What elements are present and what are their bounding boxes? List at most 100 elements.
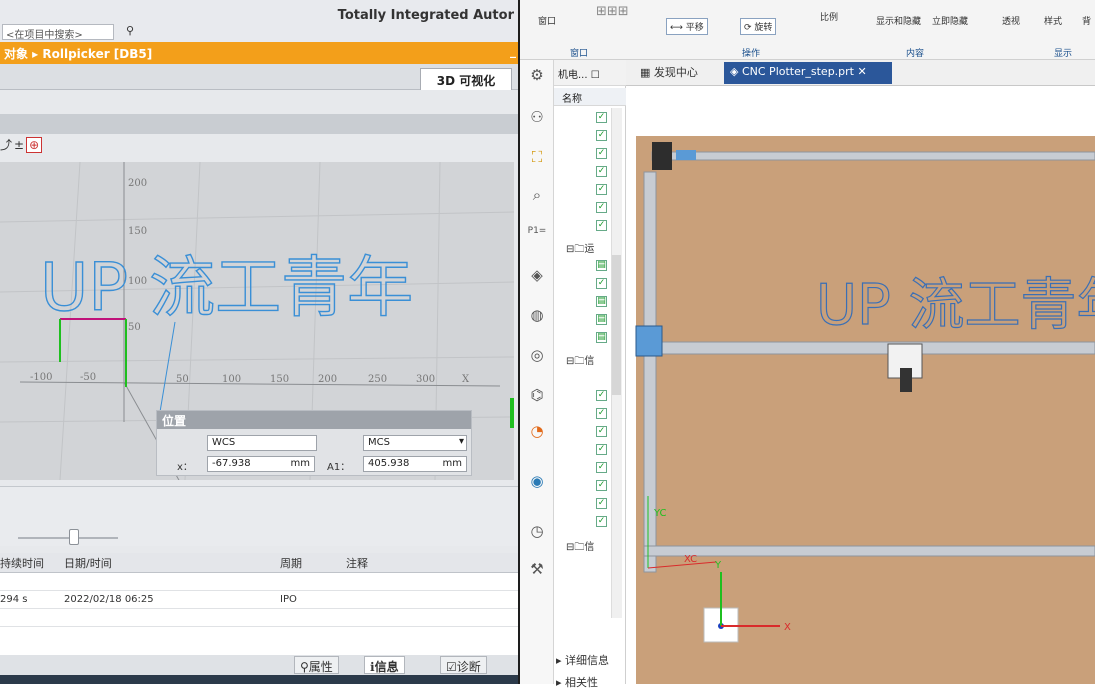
graphics-window[interactable]: UP 流工青年 YC XC Y X <box>626 86 1095 684</box>
coord-system-right-select[interactable]: MCS ▾ <box>363 435 467 451</box>
checkbox[interactable]: ✓ <box>596 408 607 419</box>
checkbox[interactable]: ▤ <box>596 260 607 271</box>
binoculars-icon[interactable]: ⚲ <box>122 24 138 40</box>
col-cycle[interactable]: 周期 <box>280 555 302 571</box>
tab-discovery-center[interactable]: ▦ 发现中心 <box>640 64 698 80</box>
inspector-tabs: ⚲属性 ℹ信息 ☑诊断 <box>0 655 518 675</box>
tab-diagnostics-label: 诊断 <box>456 660 481 674</box>
search-icon[interactable]: ⌕ <box>526 186 548 208</box>
checkbox[interactable]: ✓ <box>596 148 607 159</box>
rotate-icon[interactable]: ⊕ <box>26 137 43 153</box>
checkbox[interactable]: ✓ <box>596 444 607 455</box>
navigator-header: 机电... ☐ <box>554 60 626 86</box>
dependencies-panel-toggle[interactable]: ▸ 相关性 <box>556 674 626 690</box>
checkbox[interactable]: ✓ <box>596 462 607 473</box>
checkbox[interactable]: ▤ <box>596 314 607 325</box>
group-operation: 操作 <box>742 49 761 59</box>
tab-3d-visualization[interactable]: 3D 可视化 <box>420 68 512 90</box>
shape-icon[interactable]: ◍ <box>526 306 548 328</box>
checkbox[interactable]: ✓ <box>596 220 607 231</box>
view-tools: ⤴ ± ⊕ <box>0 136 60 154</box>
show-hide-button[interactable]: 显示和隐藏 <box>876 14 921 27</box>
cell-duration: 294 s <box>0 594 28 605</box>
rotate-button[interactable]: ⟳ 旋转 <box>740 18 777 35</box>
editor-band <box>0 114 518 134</box>
col-duration[interactable]: 持续时间 <box>0 555 44 571</box>
pointer-line <box>159 321 176 413</box>
maximize-icon[interactable]: ☐ <box>591 70 600 81</box>
checkbox[interactable]: ✓ <box>596 390 607 401</box>
checkbox[interactable]: ✓ <box>596 202 607 213</box>
col-datetime[interactable]: 日期/时间 <box>64 555 112 571</box>
tab-info[interactable]: ℹ信息 <box>364 656 405 674</box>
checkbox[interactable]: ✓ <box>596 166 607 177</box>
clock-icon[interactable]: ◷ <box>526 522 548 544</box>
gear-icon[interactable]: ⚙ <box>526 66 548 88</box>
pie-icon[interactable]: ◔ <box>526 422 548 444</box>
details-panel-toggle[interactable]: ▸ 详细信息 <box>556 652 626 668</box>
scale-button[interactable]: 比例 <box>820 10 838 23</box>
style-button[interactable]: 样式 <box>1044 14 1062 27</box>
checkbox[interactable]: ▤ <box>596 296 607 307</box>
coord-system-right: MCS <box>368 437 390 448</box>
navigator-scrollbar-thumb[interactable] <box>612 255 621 395</box>
assembly-icon[interactable]: ⚇ <box>526 108 548 130</box>
breadcrumb: 对象 ▸ Rollpicker [DB5] _ <box>0 42 518 64</box>
playback-slider-track[interactable] <box>18 537 118 539</box>
tab-discovery-label: 发现中心 <box>653 66 698 79</box>
pan-button[interactable]: ⟷ 平移 <box>666 18 708 35</box>
checkbox[interactable]: ✓ <box>596 498 607 509</box>
checkbox[interactable]: ✓ <box>596 480 607 491</box>
checkbox[interactable]: ✓ <box>596 426 607 437</box>
checkbox[interactable]: ✓ <box>596 516 607 527</box>
parameters-icon[interactable]: P1= <box>526 226 548 248</box>
row-divider <box>0 626 518 627</box>
web-icon[interactable]: ◉ <box>526 472 548 494</box>
navigator-column-name[interactable]: 名称 <box>554 88 626 106</box>
a1-value-field[interactable]: 405.938 mm <box>363 456 467 472</box>
tools-icon[interactable]: ⚒ <box>526 560 548 582</box>
playback-slider-handle[interactable] <box>69 529 79 545</box>
checkbox[interactable]: ✓ <box>596 278 607 289</box>
coord-system-left[interactable]: WCS <box>207 435 317 451</box>
sketch-artwork-3d: UP 流工青年 <box>816 273 1095 338</box>
group-display: 显示 <box>1054 49 1073 59</box>
checkbox[interactable]: ✓ <box>596 112 607 123</box>
tree-node-signal-2[interactable]: ⊟🗀信 <box>566 538 594 557</box>
background-button[interactable]: 背 <box>1082 14 1091 27</box>
hide-now-button[interactable]: 立即隐藏 <box>932 14 968 27</box>
x-value-field[interactable]: -67.938 mm <box>207 456 315 472</box>
project-search-input[interactable]: <在项目中搜索> <box>2 24 114 41</box>
close-icon[interactable]: ✕ <box>854 65 866 78</box>
rotate-icon: ⟳ <box>744 23 755 33</box>
tab-properties-label: 属性 <box>308 660 333 674</box>
zoom-icon[interactable]: ± <box>14 138 24 152</box>
physics-navigator-icon[interactable]: ⛶ <box>526 148 548 170</box>
tab-doc-label: CNC Plotter_step.prt <box>741 65 854 78</box>
part-icon[interactable]: ◈ <box>526 266 548 288</box>
tab-diagnostics[interactable]: ☑诊断 <box>440 656 487 674</box>
tree-node-signal[interactable]: ⊟🗀信 <box>566 352 594 371</box>
minimize-icon[interactable]: _ <box>510 44 516 58</box>
tab-cnc-plotter[interactable]: ◈ CNC Plotter_step.prt ✕ <box>724 62 892 84</box>
perspective-button[interactable]: 透视 <box>1002 14 1020 27</box>
nx-ribbon: 窗口 ⊞⊞⊞ ⟷ 平移 ⟳ 旋转 比例 显示和隐藏 立即隐藏 透视 样式 背 窗… <box>520 0 1095 60</box>
trace-table-header: 持续时间 日期/时间 周期 注释 <box>0 553 518 573</box>
position-panel: 位置 WCS MCS ▾ x： -67.938 mm A1： 405.938 mm <box>156 410 472 476</box>
gantry-end-block <box>635 325 663 357</box>
tab-properties[interactable]: ⚲属性 <box>294 656 339 674</box>
tick-label: 150 <box>270 374 289 385</box>
sensor-icon[interactable]: ⌬ <box>526 386 548 408</box>
layout-grid-icon[interactable]: ⊞⊞⊞ <box>596 4 629 19</box>
checkbox[interactable]: ✓ <box>596 184 607 195</box>
window-button[interactable]: 窗口 <box>538 14 556 27</box>
tree-node-motion[interactable]: ⊟🗀运 <box>566 240 594 259</box>
checkbox[interactable]: ▤ <box>596 332 607 343</box>
feature-icon[interactable]: ◎ <box>526 346 548 368</box>
col-comment[interactable]: 注释 <box>346 555 368 571</box>
folder-icon: ⊟🗀 <box>566 356 585 367</box>
triad-x-label: X <box>784 622 791 633</box>
orbit-icon[interactable]: ⤴ <box>0 136 12 153</box>
bottom-rail <box>643 545 1095 557</box>
checkbox[interactable]: ✓ <box>596 130 607 141</box>
